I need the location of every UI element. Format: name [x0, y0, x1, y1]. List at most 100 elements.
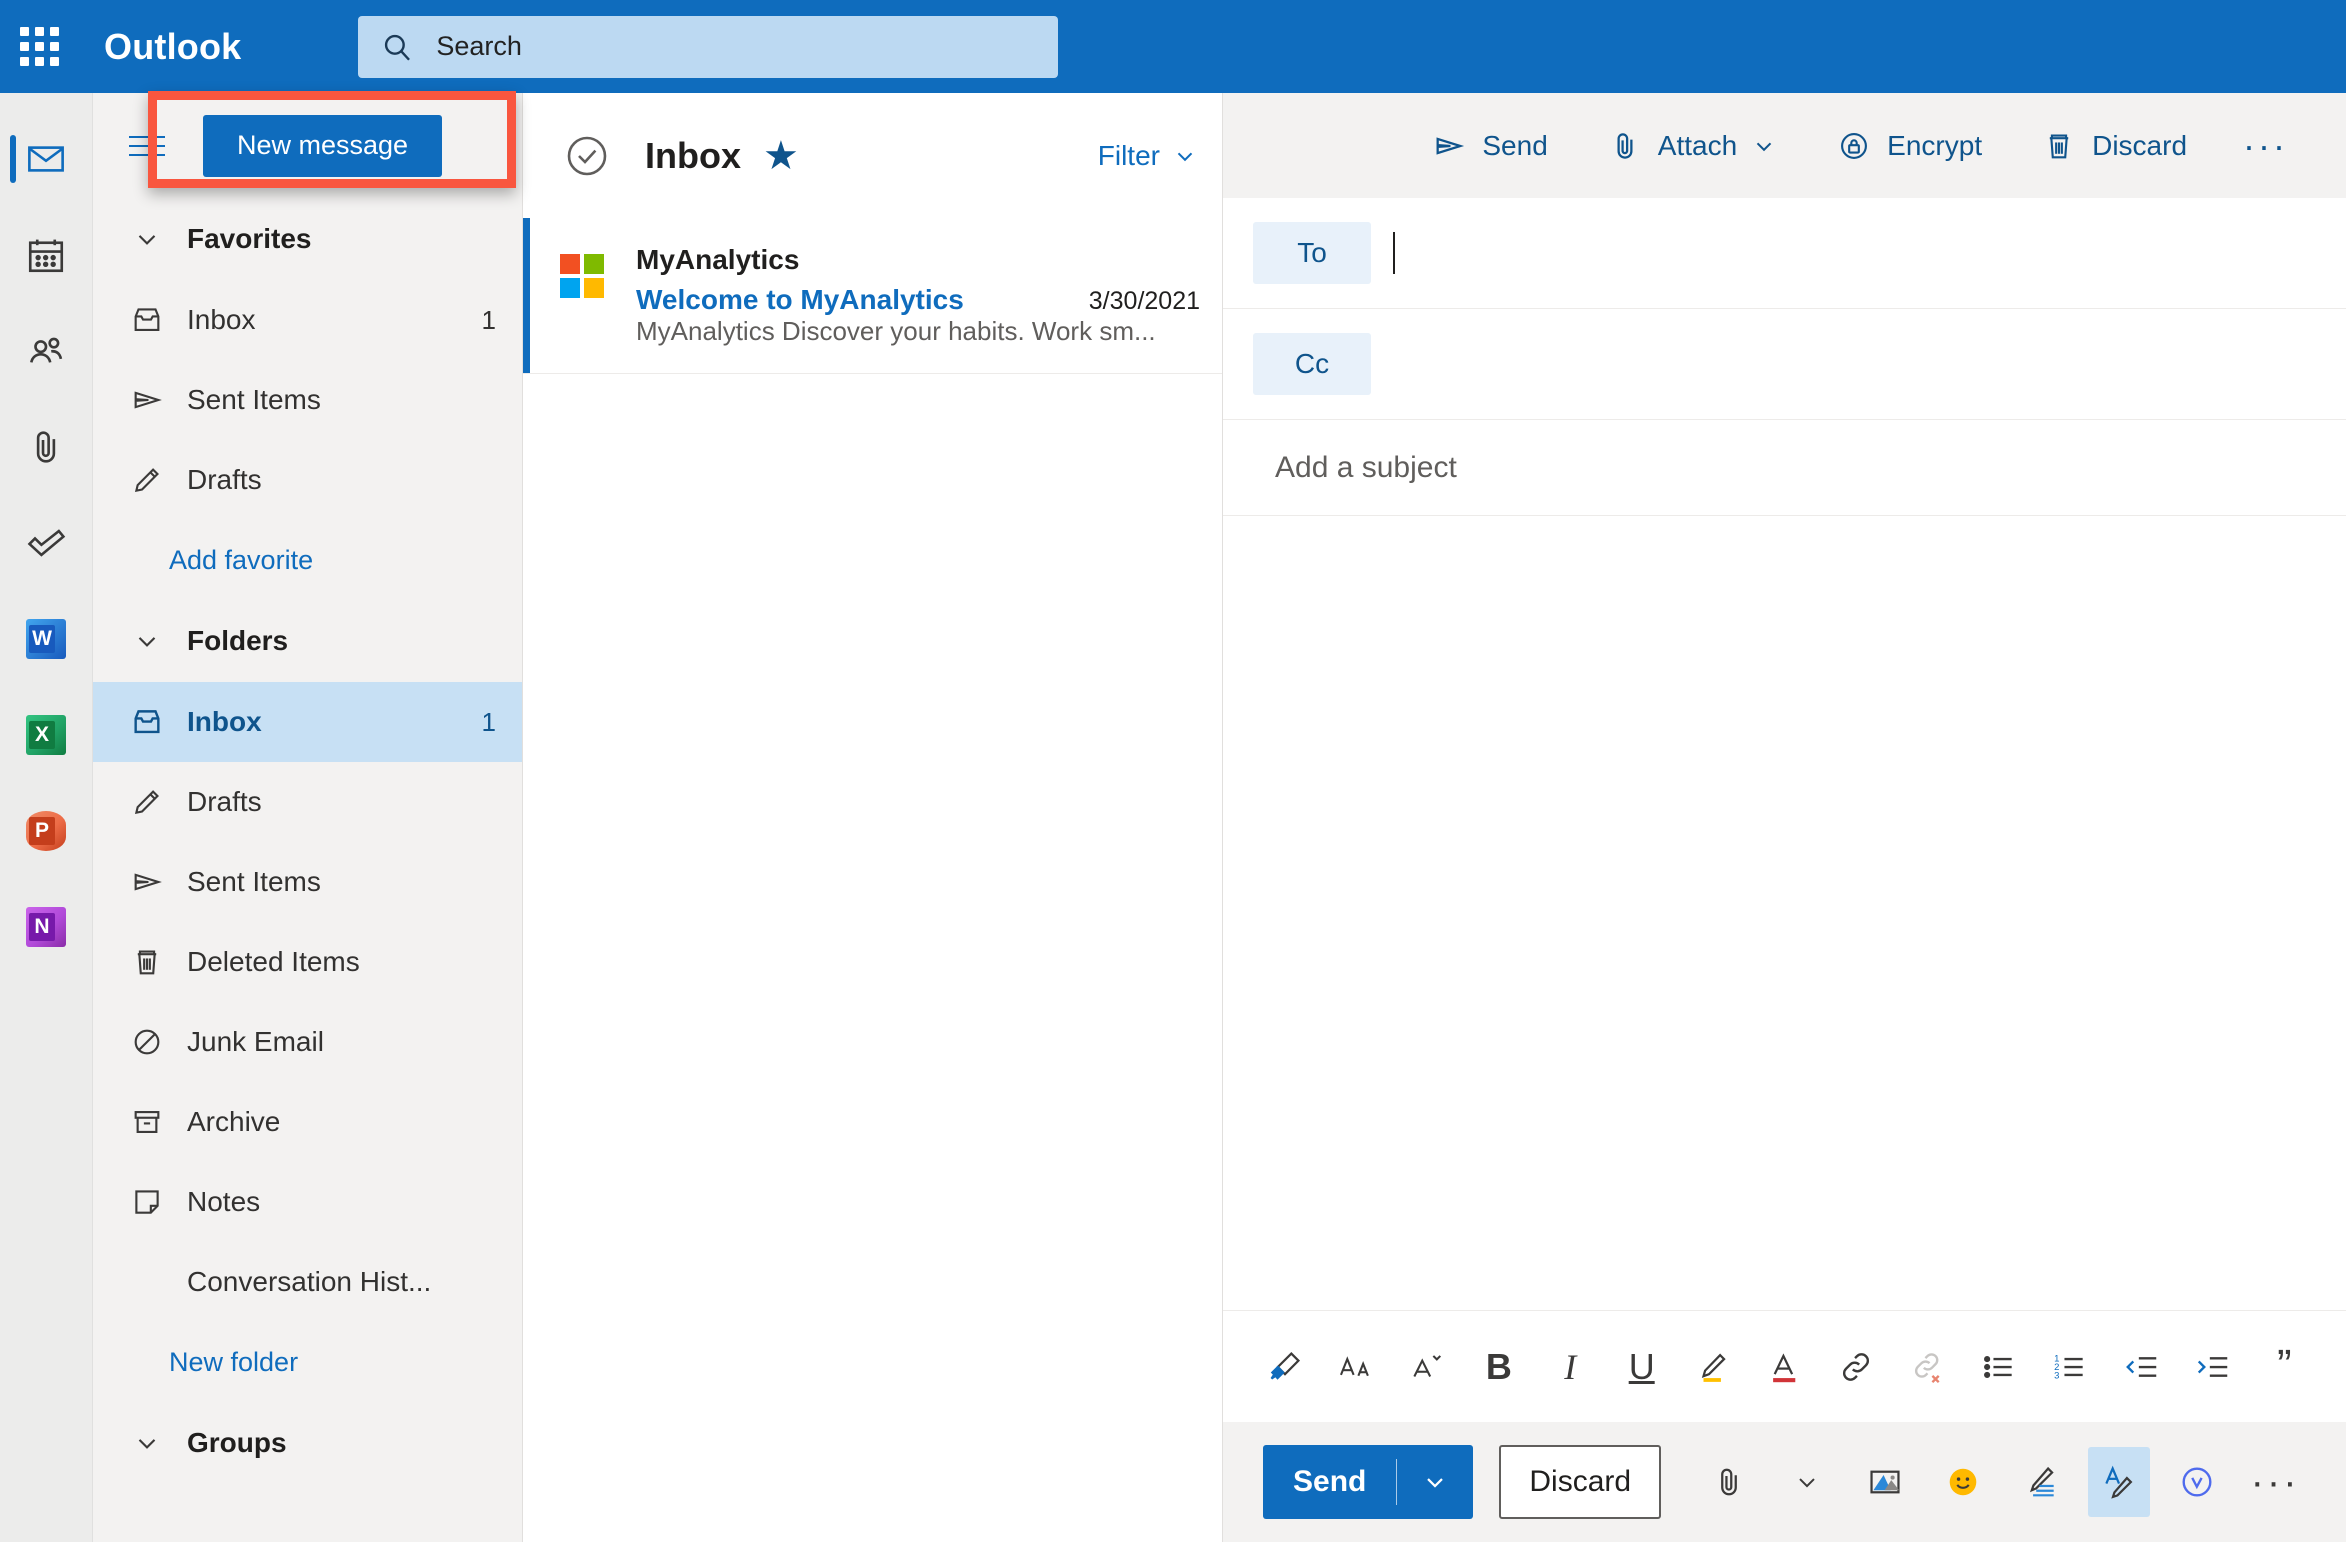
quote-icon[interactable]: ” — [2258, 1333, 2311, 1401]
message-sender: MyAnalytics — [636, 244, 800, 275]
app-launcher-icon — [19, 27, 59, 66]
people-icon — [25, 330, 67, 372]
subject-input[interactable]: Add a subject — [1253, 451, 1457, 485]
filter-button[interactable]: Filter — [1098, 140, 1198, 172]
folder-junk-email-label: Junk Email — [187, 1026, 324, 1057]
add-favorite-link[interactable]: Add favorite — [93, 520, 522, 600]
folder-deleted-items[interactable]: Deleted Items — [93, 922, 522, 1002]
send-button[interactable]: Send — [1263, 1445, 1474, 1519]
compose-discard-button[interactable]: Discard — [2020, 114, 2209, 178]
folder-archive-label: Archive — [187, 1106, 281, 1137]
new-message-button[interactable]: New message — [203, 114, 443, 177]
send-icon — [1432, 129, 1482, 163]
chevron-down-icon[interactable] — [1397, 1468, 1473, 1496]
folder-junk-email[interactable]: Junk Email — [93, 1002, 522, 1082]
powerpoint-icon: P — [26, 811, 66, 851]
favorite-sent-items[interactable]: Sent Items — [93, 360, 522, 440]
rail-item-mail[interactable] — [0, 111, 93, 207]
folder-drafts[interactable]: Drafts — [93, 762, 522, 842]
app-launcher-button[interactable] — [0, 0, 78, 93]
favorite-inbox[interactable]: Inbox 1 — [93, 280, 522, 360]
favorites-group-header[interactable]: Favorites — [93, 198, 522, 280]
folder-deleted-items-label: Deleted Items — [187, 946, 360, 977]
top-navigation-bar: Outlook Search — [0, 0, 2346, 93]
word-icon: W — [26, 619, 66, 659]
folder-inbox[interactable]: Inbox 1 — [93, 682, 522, 762]
more-horizontal-icon[interactable]: ··· — [2225, 114, 2306, 178]
rail-item-word[interactable]: W — [0, 591, 93, 687]
folder-sent-items[interactable]: Sent Items — [93, 842, 522, 922]
search-input[interactable]: Search — [414, 31, 522, 62]
attach-chevron-icon[interactable] — [1776, 1447, 1838, 1517]
more-options-icon[interactable]: ··· — [2244, 1447, 2306, 1517]
hamburger-button[interactable] — [111, 110, 183, 182]
rail-item-excel[interactable]: X — [0, 687, 93, 783]
favorites-label: Favorites — [187, 223, 312, 254]
message-list-title: Inbox — [645, 134, 741, 176]
discard-button[interactable]: Discard — [1499, 1445, 1662, 1519]
message-body-input[interactable] — [1223, 516, 2346, 1310]
circle-check-icon[interactable] — [561, 130, 613, 182]
rail-item-powerpoint[interactable]: P — [0, 783, 93, 879]
font-color-icon[interactable] — [1758, 1333, 1811, 1401]
italic-icon[interactable]: I — [1544, 1333, 1597, 1401]
new-folder-link[interactable]: New folder — [93, 1322, 522, 1402]
compose-attach-button[interactable]: Attach — [1586, 114, 1799, 178]
font-options-icon[interactable] — [1401, 1333, 1454, 1401]
compose-encrypt-button[interactable]: Encrypt — [1815, 114, 2004, 178]
rail-item-files[interactable] — [0, 399, 93, 495]
underline-icon[interactable]: U — [1615, 1333, 1668, 1401]
to-input[interactable] — [1371, 232, 2316, 274]
bold-icon[interactable]: B — [1472, 1333, 1525, 1401]
subject-field-row[interactable]: Add a subject — [1223, 420, 2346, 516]
to-label[interactable]: To — [1253, 222, 1371, 284]
compose-send-button[interactable]: Send — [1410, 114, 1569, 178]
folder-conversation-history[interactable]: Conversation Hist... — [93, 1242, 522, 1322]
folder-pane-header: New message — [93, 93, 522, 198]
emoji-icon[interactable] — [1932, 1447, 1994, 1517]
cc-label[interactable]: Cc — [1253, 333, 1371, 395]
star-icon[interactable]: ★ — [741, 136, 799, 176]
compose-send-label: Send — [1482, 129, 1548, 161]
editor-icon[interactable] — [2088, 1447, 2151, 1517]
bulleted-list-icon[interactable] — [1972, 1333, 2025, 1401]
format-painter-icon[interactable] — [1258, 1333, 1311, 1401]
checkmark-icon — [24, 521, 68, 565]
folder-inbox-label: Inbox — [187, 706, 262, 737]
rail-item-people[interactable] — [0, 303, 93, 399]
favorite-drafts[interactable]: Drafts — [93, 440, 522, 520]
signature-icon[interactable] — [2010, 1447, 2072, 1517]
unread-indicator — [523, 218, 530, 373]
rail-item-todo[interactable] — [0, 495, 93, 591]
insert-picture-icon[interactable] — [1854, 1447, 1916, 1517]
rail-item-calendar[interactable] — [0, 207, 93, 303]
groups-group-header[interactable]: Groups — [93, 1402, 522, 1484]
chevron-down-icon — [111, 224, 183, 254]
onenote-icon: N — [26, 907, 66, 947]
app-body: W X P N New message Favorites Inbox 1 Se… — [0, 93, 2346, 1542]
search-box[interactable]: Search — [358, 15, 1059, 78]
chevron-down-icon — [111, 1428, 183, 1458]
folder-notes[interactable]: Notes — [93, 1162, 522, 1242]
highlight-icon[interactable] — [1686, 1333, 1739, 1401]
rail-item-onenote[interactable]: N — [0, 879, 93, 975]
viva-insights-icon[interactable] — [2166, 1447, 2228, 1517]
paperclip-icon — [25, 426, 67, 468]
font-size-icon[interactable] — [1329, 1333, 1382, 1401]
chevron-down-icon — [1737, 133, 1777, 159]
message-list-header: Inbox ★ Filter — [523, 93, 1222, 218]
chevron-down-icon — [1160, 143, 1198, 169]
attach-file-icon[interactable] — [1698, 1447, 1760, 1517]
remove-link-icon[interactable] — [1901, 1333, 1954, 1401]
numbered-list-icon[interactable]: 123 — [2043, 1333, 2096, 1401]
increase-indent-icon[interactable] — [2186, 1333, 2239, 1401]
favorite-inbox-count: 1 — [481, 304, 496, 335]
cc-field-row: Cc — [1223, 309, 2346, 420]
folders-group-header[interactable]: Folders — [93, 600, 522, 682]
microsoft-logo-icon — [560, 254, 604, 298]
message-list-item[interactable]: MyAnalytics Welcome to MyAnalytics 3/30/… — [523, 218, 1222, 374]
folder-archive[interactable]: Archive — [93, 1082, 522, 1162]
insert-link-icon[interactable] — [1829, 1333, 1882, 1401]
decrease-indent-icon[interactable] — [2115, 1333, 2168, 1401]
folder-drafts-label: Drafts — [187, 786, 262, 817]
